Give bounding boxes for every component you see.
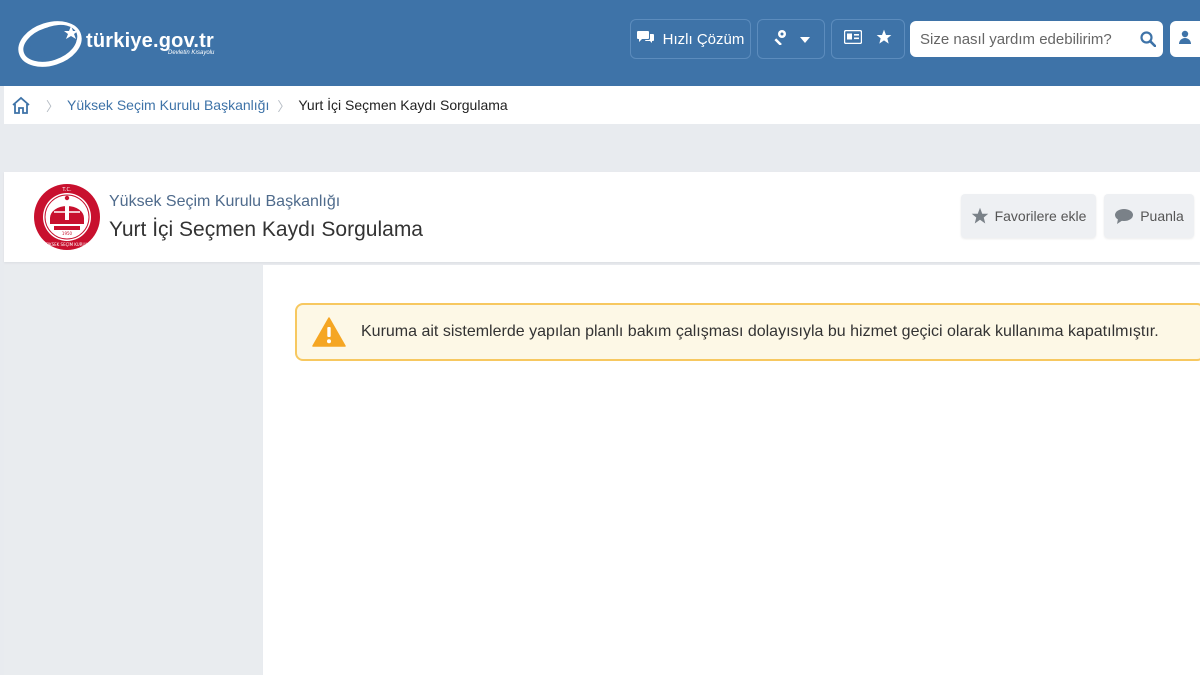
breadcrumb-separator-icon: 〉 <box>277 98 291 114</box>
alert-message: Kuruma ait sistemlerde yapılan planlı ba… <box>361 323 1159 340</box>
star-icon <box>876 29 892 50</box>
user-icon <box>1179 30 1191 49</box>
add-favorite-label: Favorilere ekle <box>994 208 1087 224</box>
login-menu-button[interactable] <box>757 19 825 59</box>
search-input[interactable]: Size nasıl yardım edebilirim? <box>910 21 1163 57</box>
left-sidebar <box>4 265 262 675</box>
star-icon <box>971 207 989 225</box>
breadcrumb-link-institution[interactable]: Yüksek Seçim Kurulu Başkanlığı <box>67 97 269 113</box>
top-header: türkiye.gov.tr Devletin Kısayolu Hızlı Ç… <box>0 0 1200 86</box>
breadcrumb: 〉 Yüksek Seçim Kurulu Başkanlığı 〉 Yurt … <box>4 86 1200 124</box>
chat-bubbles-icon <box>636 29 655 49</box>
svg-text:T.C.: T.C. <box>61 187 72 193</box>
warning-icon <box>297 317 361 347</box>
key-icon <box>772 29 788 50</box>
home-icon[interactable] <box>4 96 38 114</box>
quick-solution-button[interactable]: Hızlı Çözüm <box>630 19 751 59</box>
institution-name[interactable]: Yüksek Seçim Kurulu Başkanlığı <box>109 193 340 211</box>
logo-swoosh-icon <box>18 21 82 67</box>
rate-label: Puanla <box>1140 208 1184 224</box>
main-content: Kuruma ait sistemlerde yapılan planlı ba… <box>263 265 1200 675</box>
breadcrumb-current: Yurt İçi Seçmen Kaydı Sorgulama <box>298 97 508 113</box>
id-card-icon <box>843 29 863 49</box>
turkiye-gov-logo[interactable]: türkiye.gov.tr Devletin Kısayolu <box>16 14 246 70</box>
maintenance-alert: Kuruma ait sistemlerde yapılan planlı ba… <box>295 303 1200 361</box>
page-title: Yurt İçi Seçmen Kaydı Sorgulama <box>109 218 423 241</box>
user-account-button[interactable] <box>1170 21 1200 57</box>
speech-bubble-icon <box>1114 208 1134 224</box>
logo-tagline: Devletin Kısayolu <box>168 50 215 56</box>
service-header: T.C. 1950 YÜKSEK SEÇİM KURULU Yüksek Seç… <box>4 172 1200 262</box>
rate-button[interactable]: Puanla <box>1104 194 1194 238</box>
edevlet-card-button[interactable] <box>831 19 905 59</box>
breadcrumb-separator-icon: 〉 <box>46 98 60 114</box>
quick-solution-label: Hızlı Çözüm <box>662 30 745 48</box>
add-favorite-button[interactable]: Favorilere ekle <box>961 194 1096 238</box>
svg-text:YÜKSEK SEÇİM KURULU: YÜKSEK SEÇİM KURULU <box>43 242 91 247</box>
ysk-seal-logo: T.C. 1950 YÜKSEK SEÇİM KURULU <box>32 182 102 252</box>
search-icon[interactable] <box>1132 21 1163 57</box>
caret-down-icon <box>800 30 810 48</box>
svg-text:1950: 1950 <box>62 231 73 236</box>
